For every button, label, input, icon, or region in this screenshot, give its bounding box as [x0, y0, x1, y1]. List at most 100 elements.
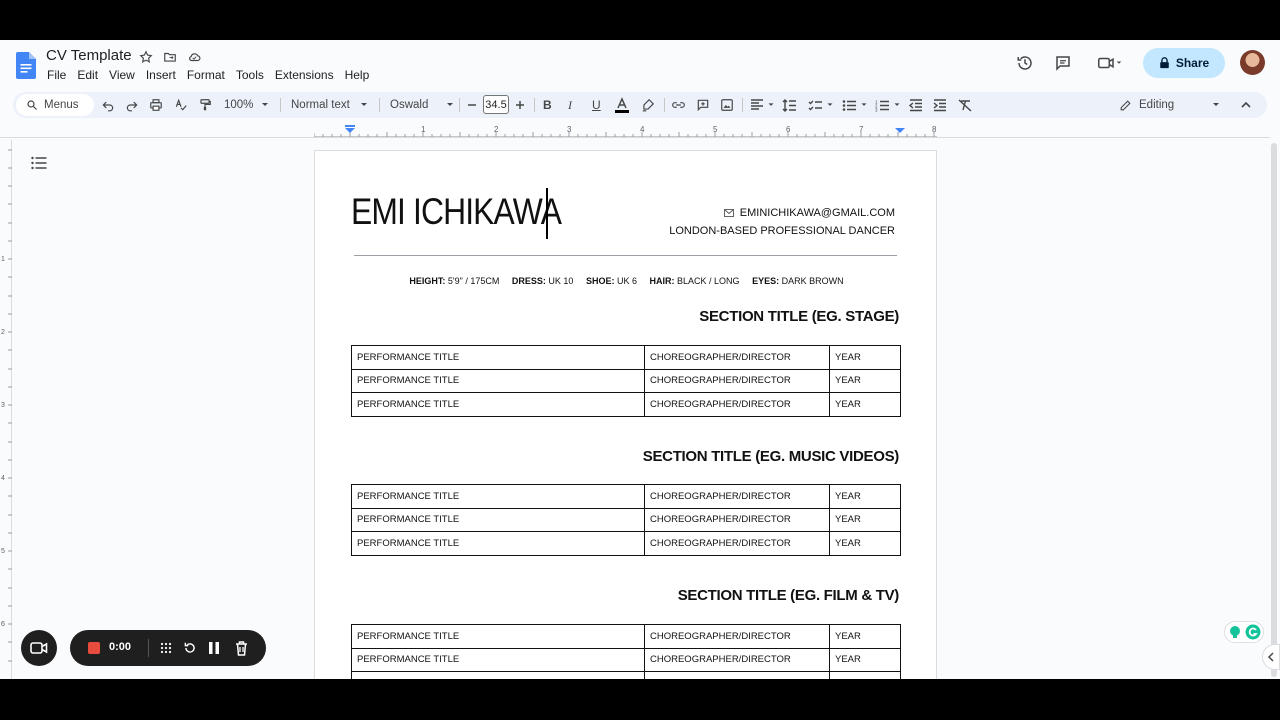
table-row[interactable]: PERFORMANCE TITLE CHOREOGRAPHER/DIRECTOR… [351, 345, 901, 370]
checklist-icon[interactable] [808, 92, 835, 118]
table-cell[interactable]: YEAR [829, 507, 901, 532]
table-row[interactable]: PERFORMANCE TITLE CHOREOGRAPHER/DIRECTOR… [351, 531, 901, 556]
document-outline-icon[interactable] [31, 156, 47, 175]
vertical-ruler[interactable]: 1 2 3 4 5 6 [0, 140, 12, 679]
menu-view[interactable]: View [109, 67, 135, 83]
undo-icon[interactable] [101, 92, 115, 118]
menu-tools[interactable]: Tools [236, 67, 264, 83]
pause-icon[interactable] [206, 640, 222, 656]
table-row[interactable]: PERFORMANCE TITLE CHOREOGRAPHER/DIRECTOR… [351, 624, 901, 649]
move-folder-icon[interactable] [162, 49, 178, 65]
document-page[interactable]: EMI ICHIKAWA EMINICHIKAWA@GMAIL.COM LOND… [314, 150, 937, 679]
performance-table[interactable]: PERFORMANCE TITLE CHOREOGRAPHER/DIRECTOR… [351, 484, 901, 556]
docs-logo-icon[interactable] [16, 52, 36, 79]
drag-handle-icon[interactable] [158, 640, 174, 656]
decrease-font-size-icon[interactable] [467, 92, 477, 118]
table-row[interactable]: PERFORMANCE TITLE CHOREOGRAPHER/DIRECTOR… [351, 368, 901, 393]
table-cell[interactable]: PERFORMANCE TITLE [351, 368, 645, 393]
table-cell[interactable]: CHOREOGRAPHER/DIRECTOR [644, 392, 830, 417]
cv-name-heading[interactable]: EMI ICHIKAWA [351, 191, 562, 233]
clear-formatting-icon[interactable] [958, 92, 972, 118]
add-comment-icon[interactable] [696, 92, 710, 118]
increase-font-size-icon[interactable] [515, 92, 525, 118]
font-family-select[interactable]: Oswald [390, 92, 456, 118]
table-cell[interactable] [829, 671, 901, 679]
table-row[interactable] [351, 671, 901, 679]
table-cell[interactable]: CHOREOGRAPHER/DIRECTOR [644, 368, 830, 393]
insert-image-icon[interactable] [720, 92, 734, 118]
document-title[interactable]: CV Template [46, 47, 132, 64]
highlight-color-icon[interactable] [641, 92, 655, 118]
decrease-indent-icon[interactable] [909, 92, 923, 118]
menu-extensions[interactable]: Extensions [275, 67, 334, 83]
table-cell[interactable]: YEAR [829, 531, 901, 556]
hide-menus-icon[interactable] [1240, 92, 1252, 118]
table-row[interactable]: PERFORMANCE TITLE CHOREOGRAPHER/DIRECTOR… [351, 484, 901, 509]
table-cell[interactable]: PERFORMANCE TITLE [351, 392, 645, 417]
table-cell[interactable]: YEAR [829, 345, 901, 370]
restart-icon[interactable] [182, 640, 198, 656]
text-color-icon[interactable] [614, 92, 630, 118]
table-cell[interactable]: CHOREOGRAPHER/DIRECTOR [644, 647, 830, 672]
side-panel-toggle[interactable] [1262, 644, 1280, 670]
grammarly-widget[interactable] [1224, 621, 1264, 643]
star-icon[interactable] [138, 49, 154, 65]
table-cell[interactable]: CHOREOGRAPHER/DIRECTOR [644, 484, 830, 509]
numbered-list-icon[interactable]: 123 [875, 92, 902, 118]
performance-table[interactable]: PERFORMANCE TITLE CHOREOGRAPHER/DIRECTOR… [351, 624, 901, 679]
stop-recording-button[interactable] [88, 642, 100, 654]
table-cell[interactable]: PERFORMANCE TITLE [351, 531, 645, 556]
search-menus-field[interactable]: Menus [16, 94, 94, 116]
font-size-input[interactable]: 34.5 [483, 95, 509, 114]
menu-file[interactable]: File [47, 67, 66, 83]
table-cell[interactable]: PERFORMANCE TITLE [351, 484, 645, 509]
table-cell[interactable]: YEAR [829, 368, 901, 393]
cloud-saved-icon[interactable] [186, 49, 202, 65]
table-cell[interactable] [351, 671, 645, 679]
table-cell[interactable]: PERFORMANCE TITLE [351, 647, 645, 672]
table-cell[interactable]: CHOREOGRAPHER/DIRECTOR [644, 345, 830, 370]
print-icon[interactable] [149, 92, 163, 118]
table-cell[interactable]: PERFORMANCE TITLE [351, 345, 645, 370]
table-row[interactable]: PERFORMANCE TITLE CHOREOGRAPHER/DIRECTOR… [351, 392, 901, 417]
table-cell[interactable]: YEAR [829, 624, 901, 649]
insert-link-icon[interactable] [671, 92, 686, 118]
editing-mode-select[interactable]: Editing [1119, 92, 1222, 118]
section-title[interactable]: SECTION TITLE (EG. MUSIC VIDEOS) [643, 448, 900, 465]
user-avatar[interactable] [1240, 50, 1265, 75]
menu-edit[interactable]: Edit [77, 67, 98, 83]
section-title[interactable]: SECTION TITLE (EG. STAGE) [699, 308, 899, 325]
menu-format[interactable]: Format [187, 67, 225, 83]
table-cell[interactable]: PERFORMANCE TITLE [351, 507, 645, 532]
delete-icon[interactable] [233, 640, 249, 656]
menu-help[interactable]: Help [345, 67, 370, 83]
bold-icon[interactable]: B [543, 92, 552, 118]
table-cell[interactable]: CHOREOGRAPHER/DIRECTOR [644, 507, 830, 532]
vertical-scrollbar[interactable] [1271, 143, 1277, 677]
spellcheck-icon[interactable] [174, 92, 188, 118]
table-cell[interactable]: YEAR [829, 392, 901, 417]
meet-icon[interactable] [1094, 53, 1126, 73]
table-cell[interactable]: YEAR [829, 484, 901, 509]
table-row[interactable]: PERFORMANCE TITLE CHOREOGRAPHER/DIRECTOR… [351, 507, 901, 532]
performance-table[interactable]: PERFORMANCE TITLE CHOREOGRAPHER/DIRECTOR… [351, 345, 901, 417]
table-cell[interactable]: YEAR [829, 647, 901, 672]
table-cell[interactable]: PERFORMANCE TITLE [351, 624, 645, 649]
italic-icon[interactable]: I [568, 92, 572, 118]
horizontal-ruler[interactable]: 1 2 3 4 5 6 7 8 [314, 124, 937, 138]
version-history-icon[interactable] [1015, 53, 1035, 73]
comments-icon[interactable] [1053, 53, 1073, 73]
table-cell[interactable] [644, 671, 830, 679]
table-row[interactable]: PERFORMANCE TITLE CHOREOGRAPHER/DIRECTOR… [351, 647, 901, 672]
zoom-select[interactable]: 100% [224, 92, 271, 118]
bulleted-list-icon[interactable] [842, 92, 869, 118]
table-cell[interactable]: CHOREOGRAPHER/DIRECTOR [644, 624, 830, 649]
paint-format-icon[interactable] [198, 92, 212, 118]
recorder-camera-button[interactable] [21, 630, 57, 666]
contact-block[interactable]: EMINICHIKAWA@GMAIL.COM LONDON-BASED PROF… [669, 204, 895, 240]
section-title[interactable]: SECTION TITLE (EG. FILM & TV) [678, 587, 900, 604]
physical-stats[interactable]: HEIGHT: 5'9" / 175CM DRESS: UK 10 SHOE: … [315, 276, 938, 286]
table-cell[interactable]: CHOREOGRAPHER/DIRECTOR [644, 531, 830, 556]
menu-insert[interactable]: Insert [146, 67, 176, 83]
underline-icon[interactable]: U [592, 92, 601, 118]
